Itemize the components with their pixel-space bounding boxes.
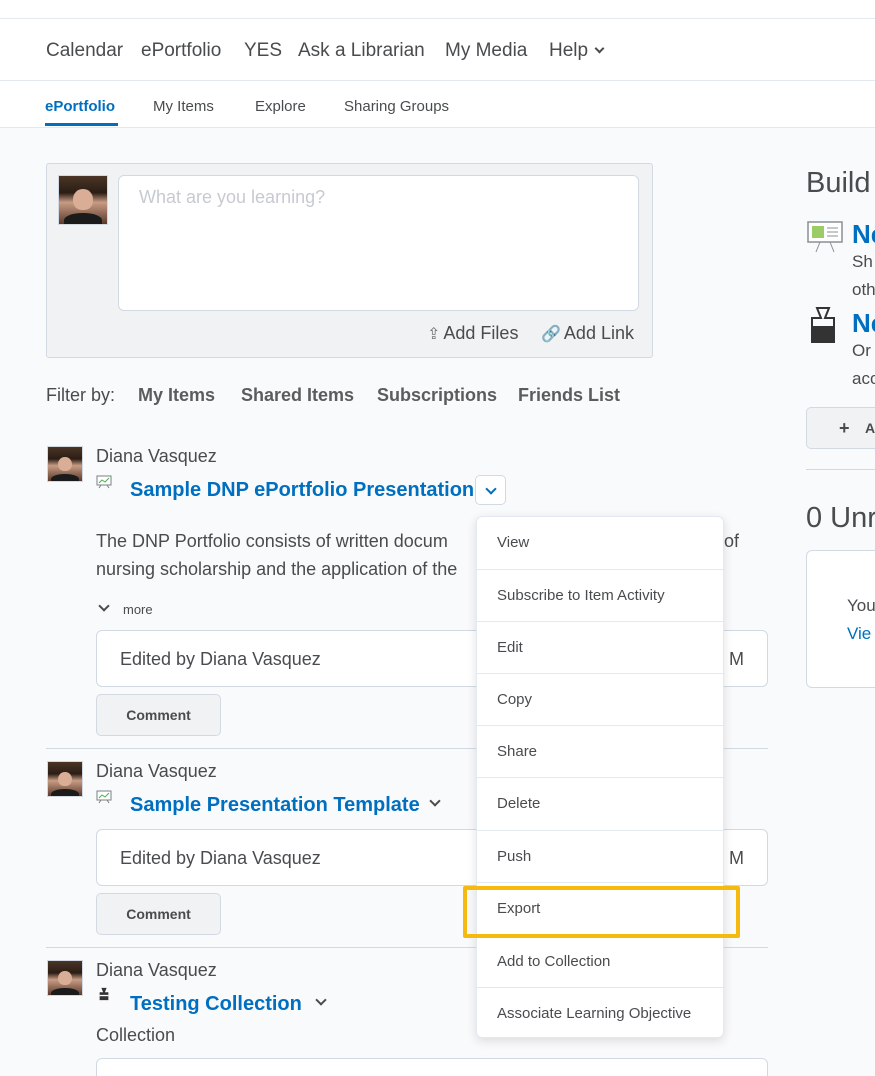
activity-row [96,1058,768,1076]
collection-icon [99,987,109,1001]
edited-time: M [729,649,744,669]
chevron-down-icon [98,600,110,612]
avatar [58,175,108,225]
tab-my-items[interactable]: My Items [153,98,214,115]
add-files-label: Add Files [443,323,519,343]
presentation-icon [96,475,112,489]
post-author[interactable]: Diana Vasquez [96,960,217,981]
filter-shared-items[interactable]: Shared Items [241,385,354,406]
chevron-down-icon [594,43,605,54]
right-text: acc [852,369,875,388]
right-text: Or [852,341,871,360]
filter-label: Filter by: [46,385,116,405]
right-divider [806,469,875,470]
tab-sharing-groups[interactable]: Sharing Groups [344,98,449,115]
add-button-label: A [865,420,875,436]
post-title-link[interactable]: Testing Collection [130,993,302,1016]
menu-item-copy[interactable]: Copy [477,673,725,725]
menu-item-subscribe[interactable]: Subscribe to Item Activity [477,569,725,621]
menu-item-view[interactable]: View [477,517,725,569]
post-description-line: nursing scholarship and the application … [96,559,458,579]
nav-ask-a-librarian[interactable]: Ask a Librarian [298,40,425,62]
export-highlight-box [463,886,740,938]
menu-item-share[interactable]: Share [477,725,725,777]
post-title-link[interactable]: Sample DNP ePortfolio Presentation [130,479,474,502]
post-composer: What are you learning? ⇪ Add Files 🔗 Add L… [46,163,653,358]
chevron-down-icon [485,483,497,495]
learning-input[interactable]: What are you learning? [118,175,639,311]
upload-icon: ⇪ [427,326,441,343]
filter-subscriptions[interactable]: Subscriptions [377,385,497,406]
right-text: Sh [852,252,873,271]
comment-button[interactable]: Comment [96,893,221,935]
unread-panel-text: You [847,596,875,615]
item-actions-button[interactable] [475,475,506,505]
add-link-label: Add Link [563,323,634,343]
post-author[interactable]: Diana Vasquez [96,446,217,467]
active-tab-indicator [45,123,118,126]
avatar [47,446,83,482]
post-description-tail: of [724,531,740,551]
unread-panel: You Vie [806,550,875,688]
edited-by-text: Edited by Diana Vasquez [120,848,321,868]
menu-item-associate-learning-objective[interactable]: Associate Learning Objective [477,987,725,1039]
edited-by-text: Edited by Diana Vasquez [120,649,321,669]
nav-calendar[interactable]: Calendar [46,40,123,62]
presentation-icon [807,221,843,253]
add-artifact-button[interactable]: + A [806,407,875,449]
eportfolio-tabs: ePortfolio My Items Explore Sharing Grou… [0,81,875,128]
plus-icon: + [839,418,850,438]
post-author[interactable]: Diana Vasquez [96,761,217,782]
menu-item-push[interactable]: Push [477,830,725,882]
menu-item-add-to-collection[interactable]: Add to Collection [477,935,725,987]
nav-my-media[interactable]: My Media [445,40,527,62]
collection-icon [811,307,835,343]
more-link[interactable]: more [123,602,153,617]
top-divider [0,18,875,19]
unread-heading: 0 Unr [806,502,875,534]
item-type-label: Collection [96,1025,176,1045]
new-presentation-link[interactable]: Ne [852,219,875,250]
filter-friends-list[interactable]: Friends List [518,385,620,406]
right-text: oth [852,280,875,299]
menu-item-delete[interactable]: Delete [477,777,725,829]
add-link-button[interactable]: 🔗 Add Link [541,323,634,344]
tab-explore[interactable]: Explore [255,98,306,115]
top-navigation: Calendar ePortfolio YES Ask a Librarian … [0,0,875,81]
item-actions-chevron-icon[interactable] [315,994,327,1006]
avatar [47,761,83,797]
edited-time: M [729,848,744,868]
build-heading: Build [806,167,871,199]
post-description-line: The DNP Portfolio consists of written do… [96,531,448,551]
nav-yes[interactable]: YES [244,40,282,62]
menu-item-edit[interactable]: Edit [477,621,725,673]
tab-eportfolio[interactable]: ePortfolio [45,98,115,115]
nav-help-label: Help [549,40,589,61]
add-files-button[interactable]: ⇪ Add Files [427,323,518,344]
avatar [47,960,83,996]
nav-help-menu[interactable]: Help [549,40,605,62]
comment-button[interactable]: Comment [96,694,221,736]
item-actions-chevron-icon[interactable] [429,795,441,807]
item-actions-menu: View Subscribe to Item Activity Edit Cop… [476,516,725,1039]
post-title-link[interactable]: Sample Presentation Template [130,794,420,817]
filter-my-items[interactable]: My Items [138,385,215,406]
new-collection-link[interactable]: Ne [852,308,875,339]
unread-panel-link[interactable]: Vie [847,624,871,644]
link-icon: 🔗 [541,326,561,343]
presentation-icon [96,790,112,804]
nav-eportfolio[interactable]: ePortfolio [141,40,221,62]
